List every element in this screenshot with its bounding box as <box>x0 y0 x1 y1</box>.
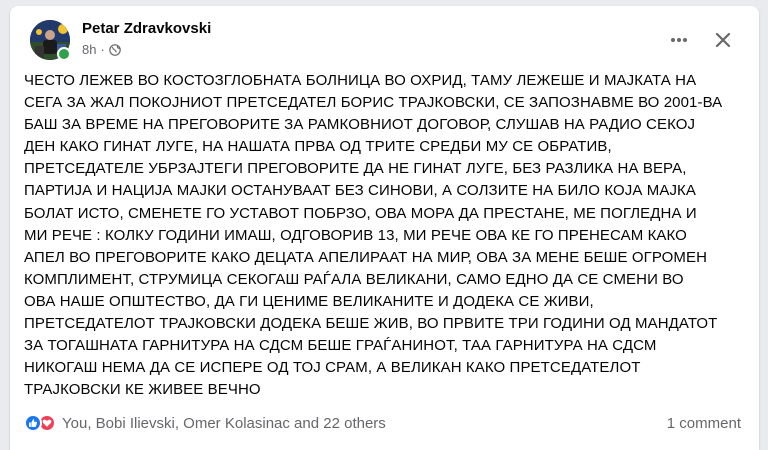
close-button[interactable] <box>705 22 741 58</box>
reactors-text[interactable]: You, Bobi Ilievski, Omer Kolasinac and 2… <box>62 415 386 432</box>
like-icon <box>24 414 42 432</box>
globe-icon[interactable] <box>109 43 121 56</box>
online-status-dot <box>57 47 71 61</box>
more-horizontal-icon <box>671 38 687 42</box>
post-card: Petar Zdravkovski 8h · ЧЕСТО ЛЕЖЕВ ВО КО… <box>10 6 759 450</box>
post-meta: 8h · <box>82 42 121 57</box>
post-header: Petar Zdravkovski 8h · <box>24 16 745 61</box>
comments-count-link[interactable]: 1 comment <box>667 415 741 432</box>
author-avatar[interactable] <box>30 20 71 61</box>
close-icon <box>715 32 731 48</box>
post-text: ЧЕСТО ЛЕЖЕВ ВО КОСТОЗГЛОБНАТА БОЛНИЦА ВО… <box>24 72 723 399</box>
reactions-summary[interactable]: You, Bobi Ilievski, Omer Kolasinac and 2… <box>24 414 386 432</box>
meta-separator: · <box>100 42 105 57</box>
post-time[interactable]: 8h <box>82 42 96 57</box>
author-name[interactable]: Petar Zdravkovski <box>82 20 211 37</box>
more-options-button[interactable] <box>661 22 697 58</box>
post-footer: You, Bobi Ilievski, Omer Kolasinac and 2… <box>24 411 745 435</box>
